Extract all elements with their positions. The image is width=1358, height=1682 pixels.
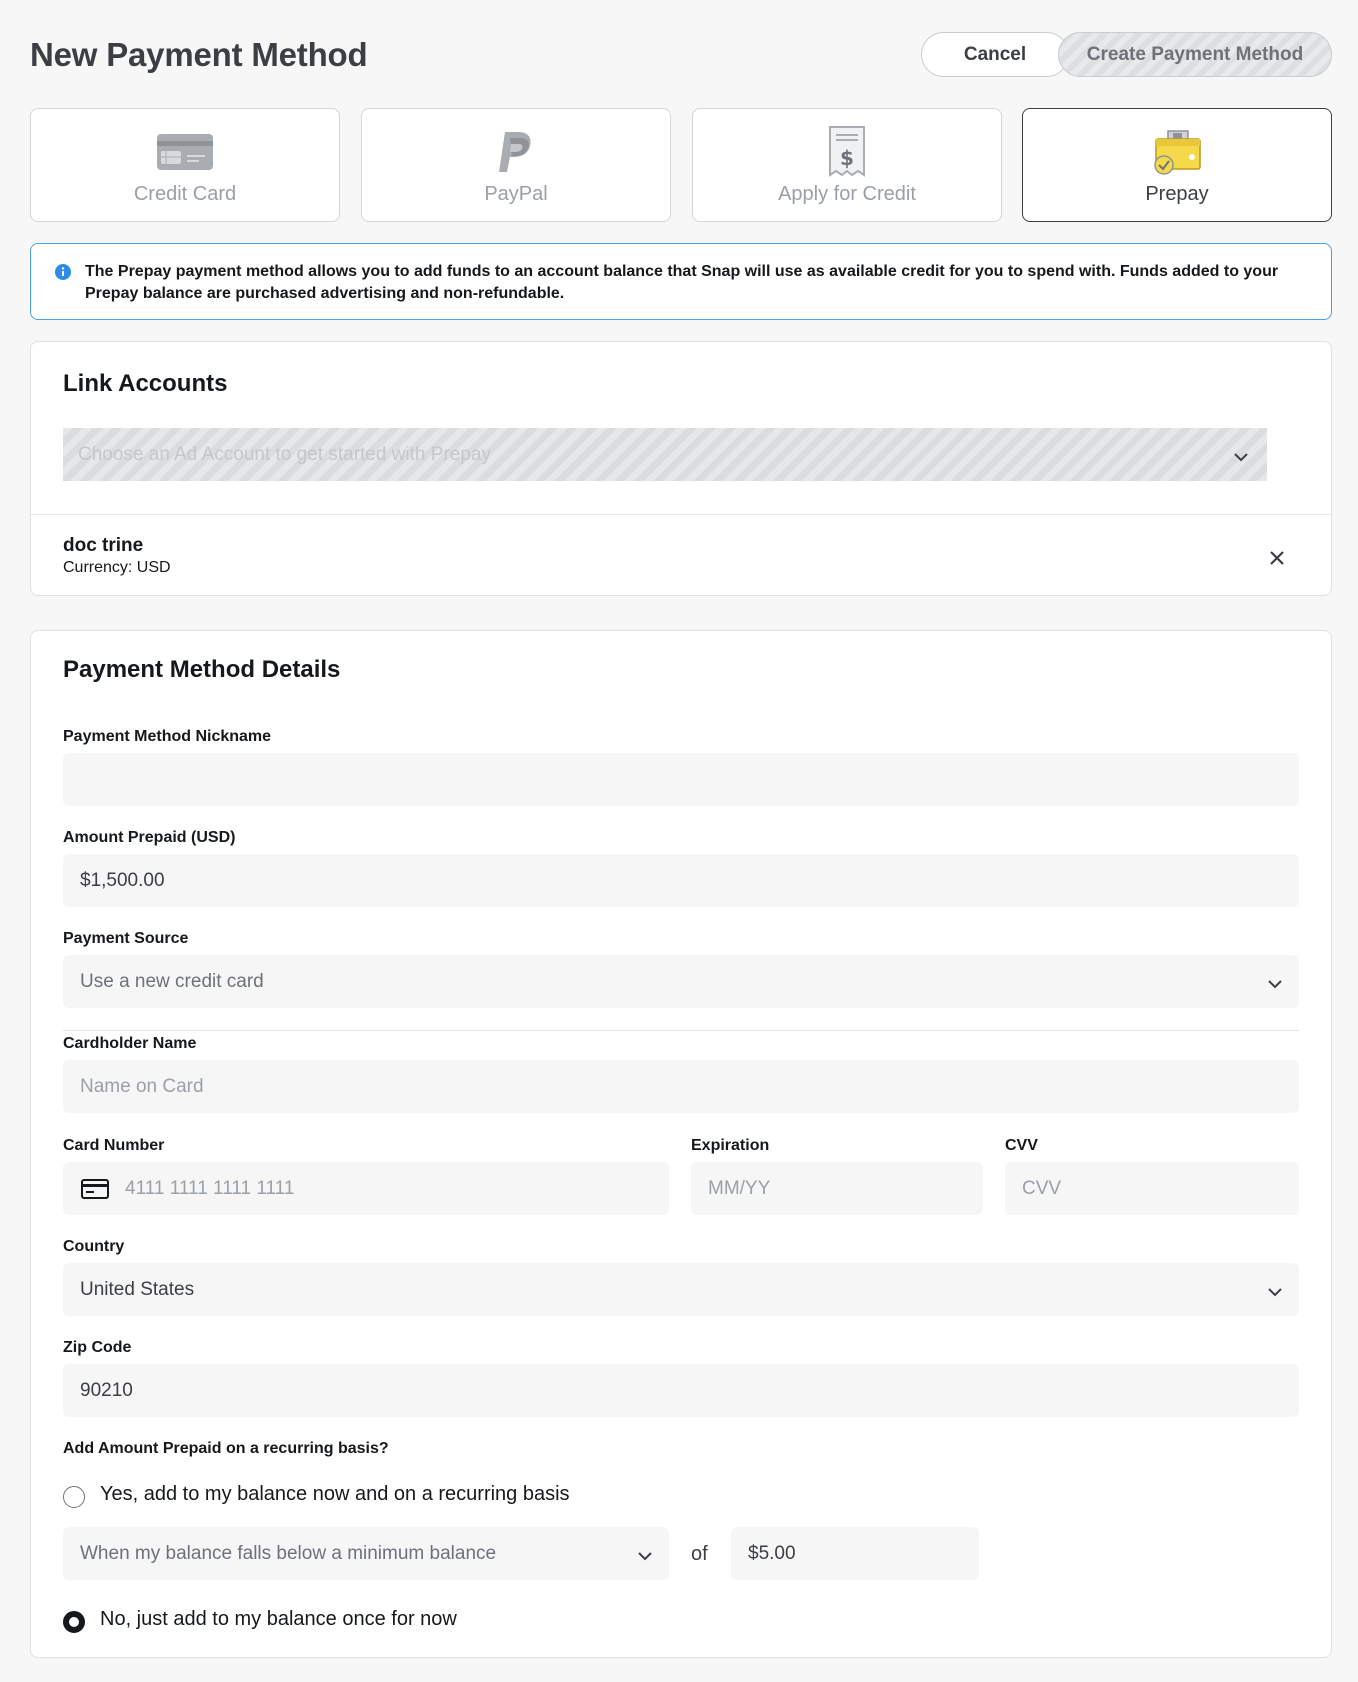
chevron-down-icon [1233,446,1249,468]
link-accounts-card: Link Accounts Choose an Ad Account to ge… [30,341,1332,596]
nickname-label: Payment Method Nickname [63,728,272,745]
info-text: The Prepay payment method allows you to … [85,263,1279,302]
recurring-question-label: Add Amount Prepaid on a recurring basis? [63,1440,389,1457]
chevron-down-icon [637,1545,653,1567]
credit-card-icon [81,1179,109,1205]
tile-prepay[interactable]: Prepay [1022,108,1332,222]
cvv-placeholder: CVV [1022,1177,1062,1199]
tile-label: Credit Card [133,183,237,205]
expiration-placeholder: MM/YY [708,1177,771,1199]
tile-label: PayPal [484,183,548,205]
remove-account-close-icon[interactable] [1267,548,1287,568]
zip-code-input[interactable]: 90210 [63,1364,1299,1417]
paypal-icon [497,129,535,175]
card-number-label: Card Number [63,1137,165,1154]
recurring-no-label[interactable]: No, just add to my balance once for now [100,1608,457,1631]
recurring-yes-radio[interactable] [63,1486,85,1508]
recurring-yes-label[interactable]: Yes, add to my balance now and on a recu… [100,1483,570,1506]
divider [31,514,1331,515]
card-number-input[interactable]: 4111 1111 1111 1111 [63,1162,669,1215]
ad-account-select[interactable]: Choose an Ad Account to get started with… [63,428,1267,481]
recurring-no-radio[interactable] [63,1611,85,1633]
tile-label: Apply for Credit [778,183,916,205]
chevron-down-icon [1267,973,1283,995]
expiration-label: Expiration [691,1137,770,1154]
cardholder-label: Cardholder Name [63,1035,197,1052]
nickname-input[interactable] [63,753,1299,806]
linked-account-currency: Currency: USD [63,559,171,576]
payment-source-label: Payment Source [63,930,189,947]
cardholder-placeholder: Name on Card [80,1075,204,1097]
invoice-dollar-icon: $ [828,126,866,177]
divider [63,1030,1299,1031]
tile-label: Prepay [1145,183,1209,205]
cvv-input[interactable]: CVV [1005,1162,1299,1215]
payment-method-tiles: Credit Card PayPal $ Apply for Credit Pr… [30,108,1332,222]
payment-method-details-card: Payment Method Details Payment Method Ni… [30,630,1332,1658]
amount-value: $1,500.00 [80,869,165,891]
expiration-input[interactable]: MM/YY [691,1162,983,1215]
tile-apply-for-credit[interactable]: $ Apply for Credit [692,108,1002,222]
tile-credit-card[interactable]: Credit Card [30,108,340,222]
tile-paypal[interactable]: PayPal [361,108,671,222]
country-label: Country [63,1238,125,1255]
amount-input[interactable]: $1,500.00 [63,854,1299,907]
country-value: United States [80,1278,195,1300]
credit-card-icon [157,129,213,175]
cancel-button[interactable]: Cancel [921,32,1069,77]
details-title: Payment Method Details [63,656,341,683]
payment-source-value: Use a new credit card [80,970,264,992]
country-select[interactable]: United States [63,1263,1299,1316]
info-icon [55,264,71,287]
cvv-label: CVV [1005,1137,1038,1154]
zip-code-label: Zip Code [63,1339,132,1356]
link-accounts-title: Link Accounts [63,370,228,397]
svg-text:$: $ [840,146,854,170]
minimum-balance-input[interactable]: $5.00 [731,1527,979,1580]
zip-code-value: 90210 [80,1379,133,1401]
prepay-wallet-icon [1152,129,1202,175]
recurring-condition-select[interactable]: When my balance falls below a minimum ba… [63,1527,669,1580]
ad-account-select-placeholder: Choose an Ad Account to get started with… [78,443,491,465]
of-text: of [691,1543,708,1565]
prepay-info-banner: The Prepay payment method allows you to … [30,243,1332,320]
page-title: New Payment Method [30,36,368,73]
recurring-condition-value: When my balance falls below a minimum ba… [80,1542,497,1564]
linked-account-name: doc trine [63,535,144,556]
create-payment-method-button[interactable]: Create Payment Method [1058,32,1332,77]
chevron-down-icon [1267,1281,1283,1303]
card-number-placeholder: 4111 1111 1111 1111 [125,1177,295,1199]
amount-label: Amount Prepaid (USD) [63,829,236,846]
minimum-balance-value: $5.00 [748,1542,796,1564]
cardholder-name-input[interactable]: Name on Card [63,1060,1299,1113]
new-payment-method-page: New Payment Method Cancel Create Payment… [30,0,1332,1658]
payment-source-select[interactable]: Use a new credit card [63,955,1299,1008]
header: New Payment Method Cancel Create Payment… [30,0,1332,110]
